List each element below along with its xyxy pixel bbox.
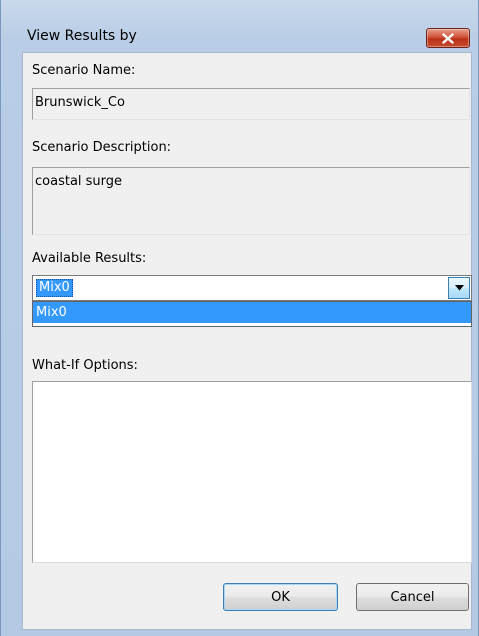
available-results-combobox[interactable]: Mix0: [32, 275, 472, 301]
scenario-description-field: coastal surge: [32, 167, 470, 235]
available-results-selected: Mix0: [36, 279, 73, 297]
scenario-name-field: Brunswick_Co: [32, 88, 470, 120]
available-results-dropdown-list: Mix0: [32, 301, 472, 327]
scenario-description-label: Scenario Description:: [32, 140, 172, 155]
close-button[interactable]: [426, 28, 470, 48]
window-title: View Results by: [27, 28, 137, 44]
dialog-window: View Results by Scenario Name: Brunswick…: [0, 0, 479, 636]
dropdown-option-mix0[interactable]: Mix0: [33, 302, 471, 323]
close-icon: [442, 32, 454, 44]
ok-button[interactable]: OK: [223, 583, 338, 611]
what-if-options-textarea[interactable]: [32, 381, 472, 563]
available-results-label: Available Results:: [32, 251, 147, 266]
title-bar[interactable]: View Results by: [1, 0, 478, 52]
chevron-down-icon: [454, 285, 464, 291]
cancel-button[interactable]: Cancel: [356, 583, 469, 611]
what-if-options-label: What-If Options:: [32, 358, 138, 373]
dropdown-arrow-button[interactable]: [448, 277, 470, 299]
scenario-name-label: Scenario Name:: [32, 63, 136, 78]
dialog-body: Scenario Name: Brunswick_Co Scenario Des…: [22, 52, 472, 630]
